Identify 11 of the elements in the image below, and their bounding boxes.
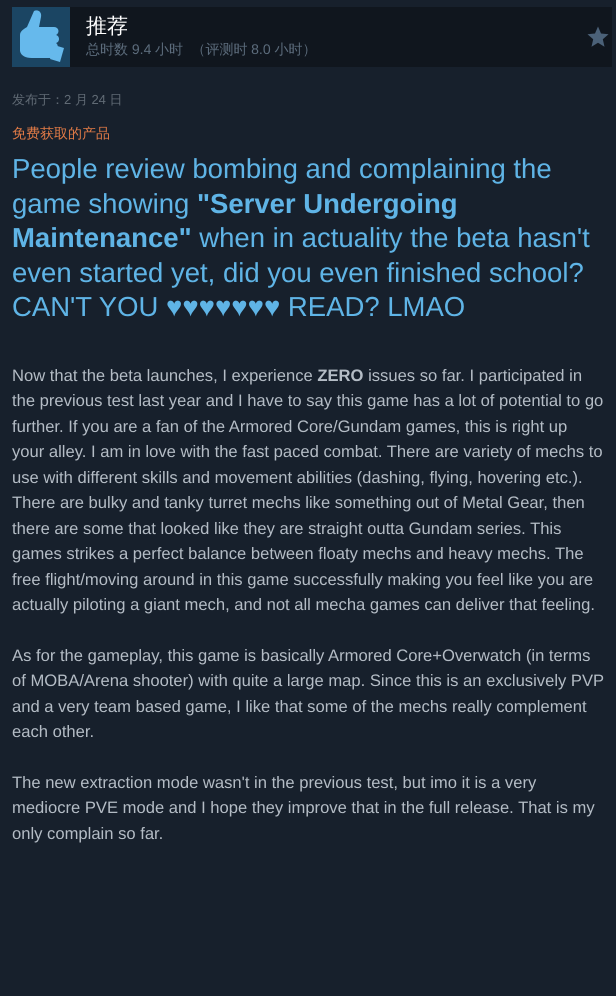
award-star-icon[interactable]: [586, 25, 610, 49]
free-product-notice: 免费获取的产品: [12, 125, 111, 143]
review-verdict: 推荐: [86, 15, 129, 39]
thumbs-up-icon: [12, 7, 70, 67]
review-headline: People review bombing and complaining the game showing "Server Undergoing Maintenance" when in actuality the beta hasn't even started yet, did you even finished school? CAN'T YOU ♥♥♥♥♥♥♥ READ? LMAO: [12, 152, 591, 324]
posted-date: 发布于：2 月 24 日: [12, 91, 124, 109]
review-paragraph: As for the gameplay, this game is basically Armored Core+Overwatch (in terms of MOBA/Arena shooter) with quite a large map. Since this is an exclusively PVP and a very team based game, I like that some of the mechs really complement each other.: [12, 644, 604, 743]
playtime-text: 总时数 9.4 小时: [86, 41, 184, 57]
review-paragraph: The new extraction mode wasn't in the previous test, but imo it is a very mediocre PVE mode and I hope they improve that in the full release. That is my only complain so far.: [12, 772, 596, 844]
playtime-at-review: （评测时 8.0 小时）: [191, 41, 316, 57]
review-paragraph: Now that the beta launches, I experience ZERO issues so far. I participated in the previous test last year and I have to say this game has a lot of potential to go further. If you are a fan of the Armored Core/Gundam games, this is right up your alley. I am in love with the fast paced combat. There are variety of mechs to use with different skills and movement abilities (dashing, flying, hovering etc.). There are bulky and tanky turret mechs like something out of Metal Gear, then there are some that looked like they are straight outta Gundam series. This games strikes a perfect balance between floaty mechs and heavy mechs. The free flight/moving around in this game successfully making you feel like you are actually piloting a giant mech, and not all mecha games can deliver that feeling.: [12, 364, 604, 616]
